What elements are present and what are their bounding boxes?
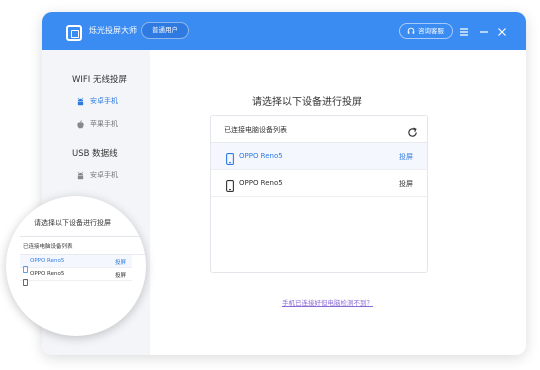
zoom-device-name: OPPO Reno5 bbox=[30, 271, 65, 277]
page-title: 请选择以下设备进行投屏 bbox=[252, 97, 362, 108]
cast-button[interactable]: 投屏 bbox=[399, 152, 413, 162]
cast-button[interactable]: 投屏 bbox=[399, 179, 413, 189]
zoom-magnifier: 请选择以下设备进行投屏 已连接电脑设备列表 OPPO Reno5 投屏 OPPO… bbox=[6, 196, 146, 336]
wifi-section-heading: WIFI 无线投屏 bbox=[72, 75, 128, 85]
headset-icon bbox=[407, 27, 415, 34]
app-logo-icon bbox=[66, 25, 82, 41]
zoom-device-row: OPPO Reno5 投屏 bbox=[20, 268, 132, 286]
sidebar-item-label: 苹果手机 bbox=[90, 120, 118, 128]
device-name: OPPO Reno5 bbox=[239, 152, 283, 160]
phone-icon bbox=[23, 271, 28, 286]
zoom-device-list-header: 已连接电脑设备列表 bbox=[20, 237, 146, 255]
usb-section-heading: USB 数据线 bbox=[72, 149, 118, 159]
zoom-cast-label: 投屏 bbox=[114, 260, 126, 266]
minimize-icon[interactable] bbox=[477, 24, 491, 38]
refresh-icon[interactable] bbox=[407, 123, 418, 137]
device-not-detected-help-link[interactable]: 手机已连接好但电脑检测不到？ bbox=[282, 297, 373, 307]
zoom-title: 请选择以下设备进行投屏 bbox=[34, 219, 111, 227]
apple-icon bbox=[77, 119, 84, 128]
user-type-badge[interactable]: 普通用户 bbox=[141, 22, 189, 39]
device-name: OPPO Reno5 bbox=[239, 179, 283, 187]
android-icon bbox=[77, 171, 84, 179]
phone-icon bbox=[23, 258, 28, 273]
zoom-cast-label: 投屏 bbox=[114, 273, 126, 279]
sidebar-item-label: 安卓手机 bbox=[90, 171, 118, 179]
app-title: 烁光投屏大师 bbox=[89, 26, 137, 35]
zoom-device-list-panel: 已连接电脑设备列表 OPPO Reno5 投屏 OPPO Reno5 投屏 bbox=[20, 236, 146, 294]
zoom-device-row: OPPO Reno5 投屏 bbox=[20, 255, 132, 273]
sidebar-item-label: 安卓手机 bbox=[90, 97, 118, 105]
title-bar: 烁光投屏大师 普通用户 咨询客服 bbox=[42, 12, 526, 50]
customer-support-label: 咨询客服 bbox=[418, 27, 444, 35]
device-list-panel: 已连接电脑设备列表 OPPO Reno5 投屏 OPPO Reno5 投屏 bbox=[210, 115, 428, 273]
device-list-title: 已连接电脑设备列表 bbox=[224, 126, 287, 134]
sidebar-item-usb-android[interactable]: 安卓手机 bbox=[76, 168, 118, 182]
zoom-device-name: OPPO Reno5 bbox=[30, 258, 65, 264]
customer-support-button[interactable]: 咨询客服 bbox=[399, 23, 453, 39]
zoom-device-list-title: 已连接电脑设备列表 bbox=[23, 244, 73, 250]
phone-icon bbox=[226, 150, 234, 165]
menu-icon[interactable] bbox=[457, 24, 471, 38]
android-icon bbox=[77, 97, 84, 105]
phone-icon bbox=[226, 177, 234, 192]
close-icon[interactable] bbox=[495, 24, 509, 38]
sidebar-item-wifi-apple[interactable]: 苹果手机 bbox=[76, 117, 118, 131]
device-list-header: 已连接电脑设备列表 bbox=[211, 116, 427, 143]
sidebar-item-wifi-android[interactable]: 安卓手机 bbox=[76, 94, 118, 108]
device-row[interactable]: OPPO Reno5 投屏 bbox=[211, 143, 427, 170]
device-row[interactable]: OPPO Reno5 投屏 bbox=[211, 170, 427, 197]
